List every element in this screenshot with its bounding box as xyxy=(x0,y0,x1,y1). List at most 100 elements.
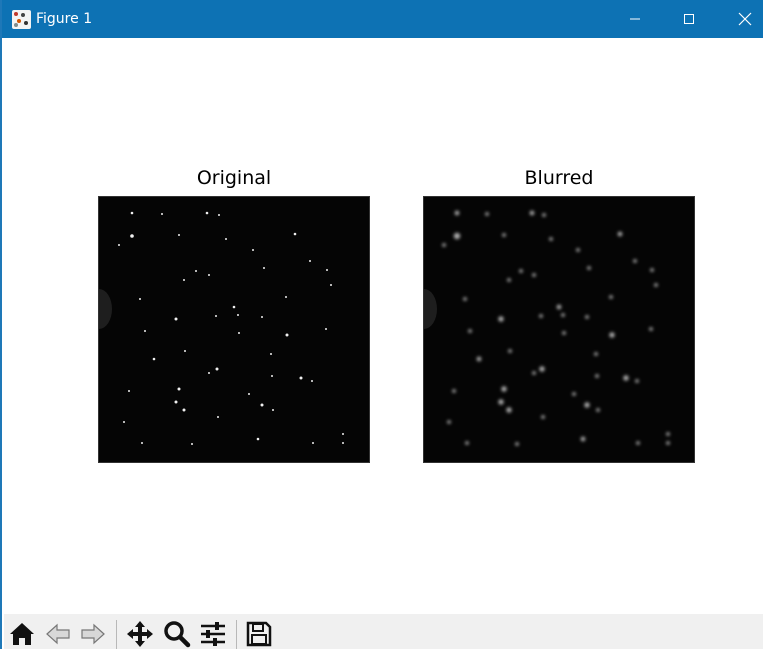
image-speck xyxy=(252,249,254,251)
image-speck xyxy=(485,212,489,216)
image-speck xyxy=(476,356,482,362)
image-speck xyxy=(208,372,210,374)
image-speck xyxy=(447,420,451,424)
image-speck xyxy=(532,371,536,375)
navigation-toolbar xyxy=(4,614,763,649)
image-speck xyxy=(326,269,328,271)
image-speck xyxy=(556,304,562,310)
image-speck xyxy=(463,297,467,301)
image-speck xyxy=(225,238,227,240)
configure-subplots-button[interactable] xyxy=(197,618,229,649)
image-speck xyxy=(260,403,264,407)
image-speck xyxy=(118,244,120,246)
minimize-icon xyxy=(630,18,640,20)
image-speck xyxy=(256,437,260,441)
image-speck xyxy=(309,260,311,262)
back-button[interactable] xyxy=(42,618,74,649)
image-speck xyxy=(507,278,511,282)
image-speck xyxy=(596,408,600,412)
image-speck xyxy=(498,316,504,322)
image-speck xyxy=(654,283,658,287)
close-icon xyxy=(738,12,752,26)
image-speck xyxy=(468,329,472,333)
pan-icon xyxy=(127,620,153,647)
image-speck xyxy=(539,366,545,372)
close-button[interactable] xyxy=(722,0,763,38)
image-speck xyxy=(217,416,219,418)
image-speck xyxy=(502,233,506,237)
image-speck xyxy=(208,274,210,276)
image-speck xyxy=(232,305,236,309)
pan-button[interactable] xyxy=(124,618,156,649)
home-button[interactable] xyxy=(6,618,38,649)
image-speck xyxy=(285,296,287,298)
image-speck xyxy=(248,393,250,395)
zoom-icon xyxy=(164,620,191,647)
image-speck xyxy=(649,327,653,331)
window-title: Figure 1 xyxy=(36,11,93,27)
image-speck xyxy=(177,387,181,391)
matplotlib-figure-icon xyxy=(12,10,31,29)
image-speck xyxy=(128,390,130,392)
image-speck xyxy=(330,284,332,286)
image-speck xyxy=(141,442,143,444)
image-speck xyxy=(542,213,546,217)
image-speck xyxy=(529,210,535,216)
image-speck xyxy=(609,295,613,299)
image-speck xyxy=(636,441,640,445)
image-speck xyxy=(130,211,134,215)
image-speck xyxy=(633,259,637,263)
title-bar[interactable]: Figure 1 xyxy=(2,0,763,38)
image-speck xyxy=(215,367,219,371)
maximize-button[interactable] xyxy=(666,0,712,38)
image-speck xyxy=(325,328,327,330)
image-speck xyxy=(576,248,580,252)
image-speck xyxy=(123,421,125,423)
image-speck xyxy=(263,267,265,269)
image-speck xyxy=(465,441,469,445)
image-speck xyxy=(587,266,591,270)
image-speck xyxy=(452,389,456,393)
image-speck xyxy=(144,330,146,332)
image-speck xyxy=(312,442,314,444)
image-speck xyxy=(650,268,654,272)
image-speck xyxy=(666,432,670,436)
minimize-button[interactable] xyxy=(612,0,658,38)
image-speck xyxy=(442,243,446,247)
image-speck xyxy=(635,379,639,383)
blurred-image-pixels xyxy=(424,210,670,446)
image-speck xyxy=(541,415,545,419)
image-speck xyxy=(285,333,289,337)
image-speck xyxy=(139,298,141,300)
image-speck xyxy=(205,211,209,215)
image-speck xyxy=(501,386,507,392)
figure-canvas[interactable]: Original Blurred xyxy=(4,38,763,614)
image-speck xyxy=(585,315,589,319)
original-image[interactable] xyxy=(98,196,370,463)
figure-window: Figure 1 Original Blurred xyxy=(0,0,763,649)
image-speck xyxy=(174,317,178,321)
image-speck xyxy=(498,399,504,405)
image-speck xyxy=(293,232,297,236)
image-speck xyxy=(561,313,565,317)
image-speck xyxy=(271,375,273,377)
blurred-image[interactable] xyxy=(423,196,695,463)
image-speck xyxy=(270,353,272,355)
image-speck xyxy=(152,357,156,361)
zoom-button[interactable] xyxy=(161,618,193,649)
image-speck xyxy=(623,375,629,381)
toolbar-separator xyxy=(236,620,237,649)
image-speck xyxy=(572,392,576,396)
image-speck xyxy=(506,407,512,413)
image-speck xyxy=(342,433,344,435)
image-speck xyxy=(580,436,586,442)
original-image-pixels xyxy=(99,211,344,445)
image-speck xyxy=(272,409,274,411)
image-speck xyxy=(342,442,344,444)
image-speck xyxy=(617,231,623,237)
image-edge-shadow xyxy=(424,289,437,329)
image-speck xyxy=(184,350,186,352)
save-button[interactable] xyxy=(243,618,275,649)
image-speck xyxy=(299,376,303,380)
forward-button[interactable] xyxy=(77,618,109,649)
